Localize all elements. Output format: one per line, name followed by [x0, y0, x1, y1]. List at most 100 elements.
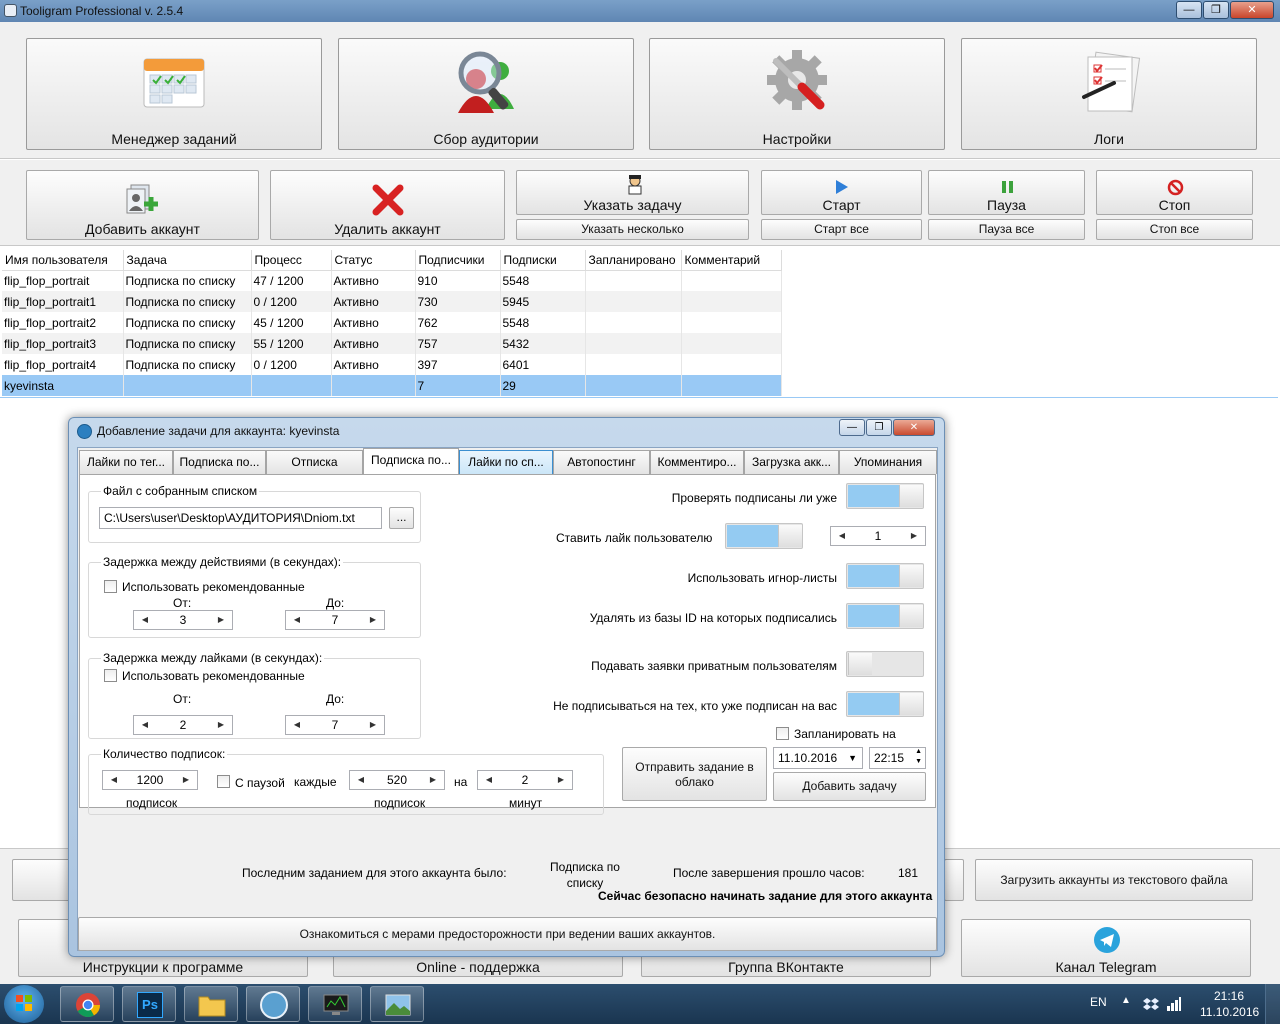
schedule-time-picker[interactable]: 22:15 ▲ ▼ — [869, 747, 926, 769]
like-delay-to-stepper[interactable]: ◀ 7 ▶ — [285, 715, 385, 735]
tab-mentions[interactable]: Упоминания — [839, 450, 937, 474]
decrement-icon[interactable]: ◀ — [290, 716, 304, 734]
tab-account-upload[interactable]: Загрузка акк... — [744, 450, 839, 474]
column-header-task[interactable]: Задача — [123, 250, 252, 271]
show-hidden-icons-icon[interactable]: ▲ — [1121, 995, 1131, 1006]
table-row[interactable]: flip_flop_portrait Подписка по списку 47 /… — [2, 270, 782, 291]
decrement-icon[interactable]: ◀ — [138, 716, 152, 734]
like-count-stepper[interactable]: ◀ 1 ▶ — [830, 526, 926, 546]
increment-icon[interactable]: ▶ — [179, 771, 193, 789]
tab-commenting[interactable]: Комментиро... — [650, 450, 744, 474]
time-spinner-icon[interactable]: ▲ ▼ — [915, 747, 922, 767]
add-account-button[interactable]: Добавить аккаунт — [26, 170, 259, 240]
each-count-stepper[interactable]: ◀ 520 ▶ — [349, 770, 445, 790]
column-header-followers[interactable]: Подписчики — [415, 250, 501, 271]
monitor-taskbar-button[interactable] — [308, 986, 362, 1022]
browse-button[interactable]: ... — [389, 507, 414, 529]
delete-account-button[interactable]: Удалить аккаунт — [270, 170, 505, 240]
telegram-button[interactable]: Канал Telegram — [961, 919, 1251, 977]
dropbox-icon[interactable] — [1143, 996, 1159, 1012]
load-accounts-button[interactable]: Загрузить аккаунты из текстового файла — [975, 859, 1253, 901]
action-delay-recommended-checkbox[interactable] — [104, 580, 117, 593]
column-header-username[interactable]: Имя пользователя — [2, 250, 124, 271]
tab-autoposting[interactable]: Автопостинг — [553, 450, 650, 474]
increment-icon[interactable]: ▶ — [554, 771, 568, 789]
pause-minutes-stepper[interactable]: ◀ 2 ▶ — [477, 770, 573, 790]
clock-time[interactable]: 21:16 — [1214, 989, 1244, 1003]
table-row[interactable]: flip_flop_portrait3 Подписка по списку 55 … — [2, 333, 782, 354]
action-delay-to-stepper[interactable]: ◀ 7 ▶ — [285, 610, 385, 630]
tooligram-taskbar-button[interactable] — [246, 986, 300, 1022]
network-icon[interactable] — [1166, 996, 1182, 1012]
decrement-icon[interactable]: ◀ — [482, 771, 496, 789]
decrement-icon[interactable]: ◀ — [107, 771, 121, 789]
schedule-checkbox[interactable] — [776, 727, 789, 740]
increment-icon[interactable]: ▶ — [214, 611, 228, 629]
pause-button[interactable]: Пауза — [928, 170, 1085, 215]
increment-icon[interactable]: ▶ — [366, 611, 380, 629]
increment-icon[interactable]: ▶ — [214, 716, 228, 734]
dialog-minimize-button[interactable]: — — [839, 419, 865, 436]
table-row-selected[interactable]: kyevinsta 7 29 — [2, 375, 782, 396]
column-header-following[interactable]: Подписки — [500, 250, 586, 271]
hidden-middle-button[interactable] — [944, 859, 964, 901]
photoshop-taskbar-button[interactable]: Ps — [122, 986, 176, 1022]
show-desktop-button[interactable] — [1265, 984, 1280, 1024]
stop-button[interactable]: Стоп — [1096, 170, 1253, 215]
check-following-toggle[interactable] — [846, 483, 924, 509]
tab-follow-by-list[interactable]: Подписка по... — [363, 448, 459, 475]
follow-count-stepper[interactable]: ◀ 1200 ▶ — [102, 770, 198, 790]
decrement-icon[interactable]: ◀ — [138, 611, 152, 629]
maximize-button[interactable]: ❐ — [1203, 1, 1229, 19]
with-pause-checkbox[interactable] — [217, 775, 230, 788]
pause-all-button[interactable]: Пауза все — [928, 219, 1085, 240]
tab-likes-by-tags[interactable]: Лайки по тег... — [79, 450, 173, 474]
send-to-cloud-button[interactable]: Отправить задание в облако — [622, 747, 767, 801]
column-header-status[interactable]: Статус — [331, 250, 416, 271]
skip-followers-toggle[interactable] — [846, 691, 924, 717]
set-task-button[interactable]: Указать задачу — [516, 170, 749, 215]
file-path-input[interactable]: C:\Users\user\Desktop\АУДИТОРИЯ\Dniom.tx… — [99, 507, 382, 529]
table-row[interactable]: flip_flop_portrait1 Подписка по списку 0 /… — [2, 291, 782, 312]
add-task-button[interactable]: Добавить задачу — [773, 772, 926, 801]
tab-likes-by-list[interactable]: Лайки по сп... — [459, 450, 553, 474]
start-all-button[interactable]: Старт все — [761, 219, 922, 240]
clock-date[interactable]: 11.10.2016 — [1200, 1005, 1259, 1019]
set-several-button[interactable]: Указать несколько — [516, 219, 749, 240]
stop-all-button[interactable]: Стоп все — [1096, 219, 1253, 240]
decrement-icon[interactable]: ◀ — [290, 611, 304, 629]
table-row[interactable]: flip_flop_portrait2 Подписка по списку 45 … — [2, 312, 782, 333]
start-button-orb[interactable] — [4, 985, 44, 1023]
like-delay-from-stepper[interactable]: ◀ 2 ▶ — [133, 715, 233, 735]
image-viewer-taskbar-button[interactable] — [370, 986, 424, 1022]
delete-ids-toggle[interactable] — [846, 603, 924, 629]
increment-icon[interactable]: ▶ — [366, 716, 380, 734]
private-requests-toggle[interactable] — [846, 651, 924, 677]
use-ignore-toggle[interactable] — [846, 563, 924, 589]
close-button[interactable]: ✕ — [1230, 1, 1274, 19]
like-user-toggle[interactable] — [725, 523, 803, 549]
column-header-scheduled[interactable]: Запланировано — [585, 250, 682, 271]
column-header-comment[interactable]: Комментарий — [681, 250, 782, 271]
logs-button[interactable]: Логи — [961, 38, 1257, 150]
tab-unfollow[interactable]: Отписка — [266, 450, 363, 474]
audience-collect-button[interactable]: Сбор аудитории — [338, 38, 634, 150]
task-manager-button[interactable]: Менеджер заданий — [26, 38, 322, 150]
minimize-button[interactable]: — — [1176, 1, 1202, 19]
decrement-icon[interactable]: ◀ — [835, 527, 849, 545]
settings-button[interactable]: Настройки — [649, 38, 945, 150]
tab-follow-by-1[interactable]: Подписка по... — [173, 450, 266, 474]
like-delay-recommended-checkbox[interactable] — [104, 669, 117, 682]
increment-icon[interactable]: ▶ — [426, 771, 440, 789]
dropdown-arrow-icon[interactable]: ▼ — [848, 748, 857, 768]
column-header-process[interactable]: Процесс — [251, 250, 332, 271]
explorer-taskbar-button[interactable] — [184, 986, 238, 1022]
dialog-close-button[interactable]: ✕ — [893, 419, 935, 436]
action-delay-from-stepper[interactable]: ◀ 3 ▶ — [133, 610, 233, 630]
dialog-maximize-button[interactable]: ❐ — [866, 419, 892, 436]
increment-icon[interactable]: ▶ — [907, 527, 921, 545]
schedule-date-picker[interactable]: 11.10.2016 ▼ — [773, 747, 863, 769]
table-row[interactable]: flip_flop_portrait4 Подписка по списку 0 /… — [2, 354, 782, 375]
language-indicator[interactable]: EN — [1090, 995, 1107, 1009]
chrome-taskbar-button[interactable] — [60, 986, 114, 1022]
